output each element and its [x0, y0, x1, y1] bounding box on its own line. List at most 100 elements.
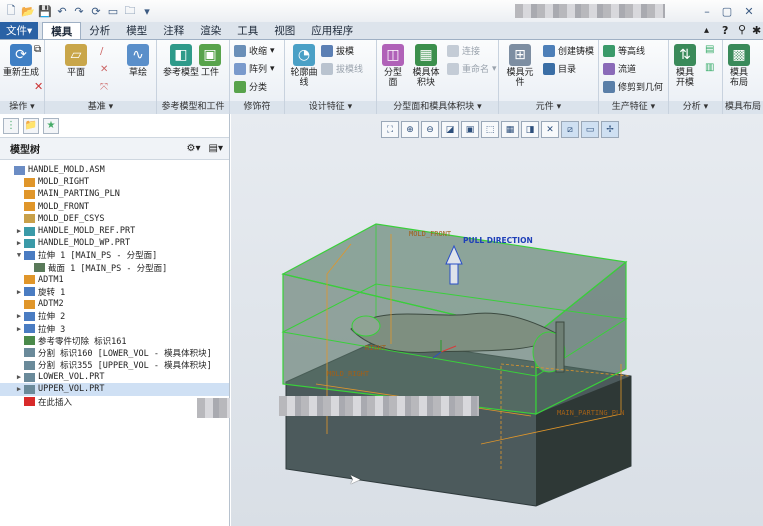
rename-button[interactable]: 重命名 ▾ [447, 62, 497, 75]
expand-toggle-icon[interactable]: ▶ [14, 288, 24, 296]
close-icon[interactable]: ✕ [742, 4, 756, 18]
group-operations: ⟳ 重新生成 ⧉ ✕ 操作 ▾ [0, 40, 45, 114]
expand-toggle-icon[interactable]: ▼ [14, 251, 24, 259]
merge-icon [447, 44, 459, 57]
model-tree-header: 模型树 ⚙▾ ▤▾ [0, 138, 229, 160]
silhouette-curve-button[interactable]: ◔ 轮廓曲线 [289, 44, 319, 88]
analysis-tool-icon[interactable]: ▤ [705, 44, 714, 55]
windows-icon[interactable]: ▭ [106, 4, 120, 18]
tree-row[interactable]: 参考零件切除 标识161 [0, 335, 229, 347]
tree-show-icon[interactable]: ▤▾ [209, 143, 223, 154]
expand-toggle-icon[interactable]: ▶ [14, 325, 24, 333]
maximize-icon[interactable]: ▢ [720, 4, 734, 18]
tree-row-label: 截面 1 [MAIN_PS - 分型面] [48, 263, 168, 274]
minimize-icon[interactable]: – [700, 4, 714, 18]
tree-row[interactable]: ADTM2 [0, 298, 229, 310]
tree-row[interactable]: ▼ 拉伸 1 [MAIN_PS - 分型面] [0, 249, 229, 261]
tab-mold[interactable]: 模具 [42, 22, 82, 39]
rename-icon [447, 62, 459, 75]
reference-model-icon: ◧ [170, 44, 192, 66]
feature-icon [24, 324, 35, 334]
shrink-button[interactable]: 收缩 ▾ [234, 44, 275, 57]
tab-view[interactable]: 视图 [266, 22, 303, 39]
tab-applications[interactable]: 应用程序 [303, 22, 361, 39]
delete-icon[interactable]: ✕ [34, 80, 43, 93]
expand-ribbon-icon[interactable]: ▴ [704, 25, 709, 36]
help-icon[interactable]: ? [722, 24, 728, 37]
tree-row[interactable]: 截面 1 [MAIN_PS - 分型面] [0, 262, 229, 274]
expand-toggle-icon[interactable]: ▶ [14, 385, 24, 393]
tree-row-label: HANDLE_MOLD_REF.PRT [38, 226, 136, 237]
settings-icon[interactable]: ✱ [752, 24, 761, 37]
tree-row[interactable]: ▶ 拉伸 3 [0, 322, 229, 335]
csys-icon[interactable]: ⤧ [100, 82, 108, 93]
tab-analysis[interactable]: 分析 [81, 22, 118, 39]
expand-toggle-icon[interactable]: ▶ [14, 227, 24, 235]
undo-icon[interactable]: ↶ [55, 4, 69, 18]
tree-row[interactable]: ▶ 拉伸 2 [0, 310, 229, 322]
blurred-overlay [197, 398, 230, 418]
draft-line-button[interactable]: 拔模线 [321, 62, 363, 75]
tree-row[interactable]: MAIN_PARTING_PLN [0, 188, 229, 200]
tree-row[interactable]: ▶ HANDLE_MOLD_WP.PRT [0, 237, 229, 249]
silhouette-curve-icon: ◔ [293, 44, 315, 66]
sketch-button[interactable]: ∿ 草绘 [127, 44, 149, 78]
copy-icon[interactable]: ⧉ [34, 44, 41, 55]
tree-row[interactable]: 分割 标识355 [UPPER_VOL - 模具体积块] [0, 359, 229, 371]
classify-button[interactable]: 分类 [234, 80, 267, 93]
reference-model-button[interactable]: ◧ 参考模型 [163, 44, 199, 78]
pattern-button[interactable]: 阵列 ▾ [234, 62, 275, 75]
axis-icon[interactable]: / [100, 46, 103, 57]
analysis-tool-icon[interactable]: ▥ [705, 62, 714, 73]
search-icon[interactable]: ⚲ [738, 23, 746, 36]
customize-icon[interactable]: ▾ [140, 4, 154, 18]
merge-button[interactable]: 连接 [447, 44, 480, 57]
tree-row[interactable]: ▶ UPPER_VOL.PRT [0, 383, 229, 396]
close-window-icon[interactable]: 🗀 [123, 4, 137, 18]
parting-surface-button[interactable]: ◫ 分型面 [381, 44, 405, 88]
open-folder-icon[interactable]: 📂 [21, 4, 35, 18]
tab-render[interactable]: 渲染 [192, 22, 229, 39]
workpiece-button[interactable]: ▣ 工件 [199, 44, 221, 78]
mold-layout-button[interactable]: ▩ 模具布局 [727, 44, 751, 88]
tree-row[interactable]: ADTM1 [0, 274, 229, 286]
draft-button[interactable]: 拔模 [321, 44, 354, 57]
tab-model[interactable]: 模型 [118, 22, 155, 39]
draft-icon [321, 44, 333, 57]
tree-row[interactable]: 分割 标识160 [LOWER_VOL - 模具体积块] [0, 347, 229, 359]
expand-toggle-icon[interactable]: ▶ [14, 373, 24, 381]
feature-icon [24, 202, 35, 212]
catalog-button[interactable]: 目录 [543, 62, 576, 75]
tree-row[interactable]: ▶ HANDLE_MOLD_REF.PRT [0, 225, 229, 237]
expand-toggle-icon[interactable]: ▶ [14, 312, 24, 320]
regenerate-icon[interactable]: ⟳ [89, 4, 103, 18]
tree-row[interactable]: ▶ 旋转 1 [0, 286, 229, 298]
contour-button[interactable]: 等高线 [603, 44, 645, 57]
tab-annotate[interactable]: 注释 [155, 22, 192, 39]
mold-component-button[interactable]: ⊞ 模具元件 [505, 44, 535, 88]
mold-opening-button[interactable]: ⇅ 模具开模 [673, 44, 697, 88]
tree-row[interactable]: HANDLE_MOLD.ASM [0, 164, 229, 176]
tree-row[interactable]: MOLD_RIGHT [0, 176, 229, 188]
create-casting-button[interactable]: 创建铸模 [543, 44, 594, 57]
favorites-tab-icon[interactable]: ★ [43, 117, 59, 134]
expand-toggle-icon[interactable]: ▶ [14, 239, 24, 247]
tree-settings-icon[interactable]: ⚙▾ [187, 143, 201, 154]
folder-browser-tab-icon[interactable]: 📁 [23, 117, 39, 134]
tree-row[interactable]: ▶ LOWER_VOL.PRT [0, 371, 229, 383]
tab-file[interactable]: 文件 ▾ [0, 22, 39, 39]
plane-button[interactable]: ▱ 平面 [65, 44, 87, 78]
new-file-icon[interactable]: 🗋 [4, 4, 18, 18]
runner-button[interactable]: 流道 [603, 62, 636, 75]
save-icon[interactable]: 💾 [38, 4, 52, 18]
trim-to-geometry-button[interactable]: 修剪到几何 [603, 80, 663, 93]
tree-row[interactable]: 在此插入 [0, 396, 229, 408]
tree-row[interactable]: MOLD_DEF_CSYS [0, 213, 229, 225]
mold-volume-button[interactable]: ▦ 模具体积块 [409, 44, 443, 88]
point-icon[interactable]: ✕ [100, 64, 108, 75]
model-tree-tab-icon[interactable]: ⋮ [3, 117, 19, 134]
tree-row[interactable]: MOLD_FRONT [0, 201, 229, 213]
graphics-viewport[interactable]: ⛶ ⊕ ⊖ ◪ ▣ ⬚ ▦ ◨ ✕ ⧄ ▭ ✢ MOLD_FRONT PULL … [231, 114, 763, 526]
redo-icon[interactable]: ↷ [72, 4, 86, 18]
tab-tools[interactable]: 工具 [229, 22, 266, 39]
